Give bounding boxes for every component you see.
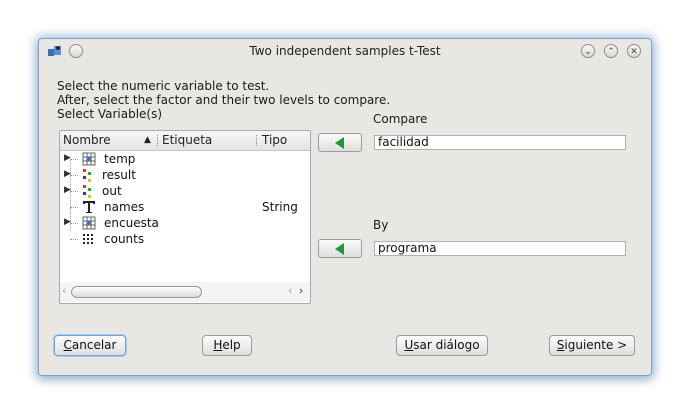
tree-branch xyxy=(70,239,78,240)
next-button[interactable]: Siguiente > xyxy=(549,335,635,356)
dataset-icon xyxy=(82,152,96,166)
tree-header: Nombre ▲ Etiqueta Tipo xyxy=(60,131,310,151)
add-by-button[interactable] xyxy=(318,239,362,258)
by-field[interactable]: programa xyxy=(374,241,626,256)
variable-name: names xyxy=(104,200,145,214)
variable-name: result xyxy=(102,168,136,182)
list-icon xyxy=(83,169,91,182)
sort-ascending-icon: ▲ xyxy=(144,135,151,145)
expand-arrow-icon[interactable]: ▶ xyxy=(64,169,71,179)
left-arrow-icon xyxy=(335,137,344,149)
minimize-button[interactable]: ⌄ xyxy=(581,44,595,58)
expand-arrow-icon[interactable]: ▶ xyxy=(64,153,71,163)
instruction-line-1: Select the numeric variable to test. xyxy=(57,79,270,93)
tree-branch xyxy=(70,175,78,176)
variable-type: String xyxy=(262,200,298,214)
t-test-dialog: Two independent samples t-Test ⌄ ⌃ ✕ Sel… xyxy=(38,38,652,376)
tree-row[interactable]: names String xyxy=(60,199,310,215)
scrollbar-thumb[interactable] xyxy=(71,286,202,298)
variable-tree[interactable]: Nombre ▲ Etiqueta Tipo ▶ temp ▶ result ▶… xyxy=(59,130,311,304)
tree-row[interactable]: ▶ encuesta xyxy=(60,215,310,231)
tree-row[interactable]: ▶ temp xyxy=(60,151,310,167)
scroll-right-icon[interactable]: › xyxy=(299,284,303,297)
left-arrow-icon xyxy=(335,243,344,255)
title-bar[interactable]: Two independent samples t-Test ⌄ ⌃ ✕ xyxy=(39,39,651,65)
column-header-label[interactable]: Etiqueta xyxy=(162,133,212,147)
column-separator[interactable] xyxy=(157,135,159,146)
text-type-icon xyxy=(83,201,95,213)
scroll-left-icon[interactable]: ‹ xyxy=(62,284,66,297)
numeric-grid-icon xyxy=(83,234,93,244)
cancel-button[interactable]: Cancelar xyxy=(54,335,126,356)
add-compare-button[interactable] xyxy=(318,133,362,152)
tree-branch xyxy=(70,223,78,224)
tree-row[interactable]: ▶ out xyxy=(60,183,310,199)
variable-name: encuesta xyxy=(104,216,159,230)
column-header-name[interactable]: Nombre xyxy=(63,133,111,147)
column-separator[interactable] xyxy=(256,135,258,146)
maximize-button[interactable]: ⌃ xyxy=(604,44,618,58)
variable-name: counts xyxy=(104,232,145,246)
window-title: Two independent samples t-Test xyxy=(249,44,441,58)
dataset-icon xyxy=(82,216,96,230)
variable-name: out xyxy=(102,184,122,198)
variable-name: temp xyxy=(104,152,136,166)
scroll-left-icon[interactable]: ‹ xyxy=(288,284,292,297)
column-header-type[interactable]: Tipo xyxy=(262,133,287,147)
tree-row[interactable]: ▶ result xyxy=(60,167,310,183)
by-label: By xyxy=(373,218,389,232)
compare-field[interactable]: facilidad xyxy=(374,135,626,150)
list-icon xyxy=(83,185,91,198)
close-button[interactable]: ✕ xyxy=(627,44,641,58)
select-variables-label: Select Variable(s) xyxy=(57,107,163,121)
use-dialog-button[interactable]: Usar diálogo xyxy=(396,335,488,356)
help-button[interactable]: Help xyxy=(202,335,252,356)
instruction-line-2: After, select the factor and their two l… xyxy=(57,93,391,107)
compare-label: Compare xyxy=(373,112,428,126)
tree-branch xyxy=(70,159,78,160)
expand-arrow-icon[interactable]: ▶ xyxy=(64,185,71,195)
horizontal-scrollbar[interactable]: ‹ ‹ › xyxy=(60,282,310,302)
expand-arrow-icon[interactable]: ▶ xyxy=(64,217,71,227)
tree-branch xyxy=(70,191,78,192)
tree-branch xyxy=(70,207,78,208)
tree-row[interactable]: counts xyxy=(60,231,310,247)
